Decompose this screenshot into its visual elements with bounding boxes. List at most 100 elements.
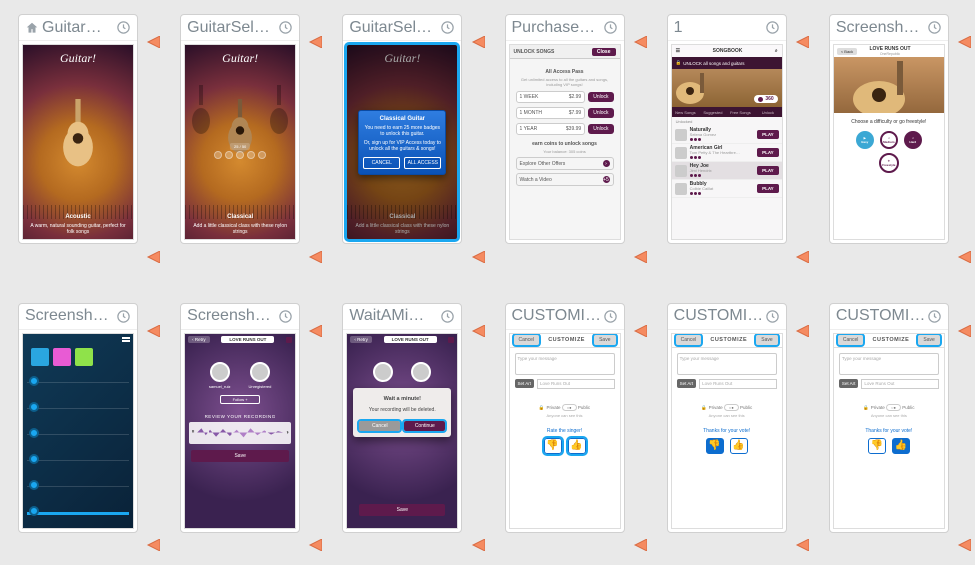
cancel-button[interactable]: Cancel bbox=[676, 335, 702, 345]
cancel-button[interactable]: Cancel bbox=[359, 421, 400, 431]
set-art-button[interactable]: Set Art bbox=[515, 379, 535, 388]
screen-thumb[interactable]: < Back LOVE RUNS OUTOneRepublic Choose a… bbox=[833, 44, 945, 240]
thumbs-down-button[interactable]: 👎 bbox=[868, 438, 886, 454]
play-button[interactable]: PLAY bbox=[757, 130, 779, 139]
tab-unlock[interactable]: Unlock bbox=[754, 107, 782, 117]
difficulty-freestyle-button[interactable]: ✦Freestyle bbox=[879, 153, 899, 173]
message-input[interactable]: Type your message bbox=[677, 353, 777, 375]
screen-thumb[interactable]: Cancel CUSTOMIZE Save Type your message … bbox=[671, 333, 783, 529]
screen-thumb[interactable]: UNLOCK SONGS Close All Access Pass Get u… bbox=[509, 44, 621, 240]
privacy-toggle[interactable]: 🔒Private ○● Public bbox=[510, 405, 620, 411]
screen-card-guitar-acoustic[interactable]: Guitar… Guitar! Acoustic A warm, natural… bbox=[18, 14, 138, 244]
play-pause-icon[interactable]: ⏸ bbox=[189, 429, 197, 436]
flow-anchor-out-icon[interactable] bbox=[795, 539, 809, 551]
flow-anchor-out-icon[interactable] bbox=[957, 251, 971, 263]
flow-anchor-in-icon[interactable] bbox=[795, 325, 809, 337]
flow-anchor-in-icon[interactable] bbox=[308, 325, 322, 337]
chord-pads[interactable] bbox=[31, 348, 93, 366]
back-button[interactable]: < Back bbox=[837, 48, 857, 55]
screen-card-songbook[interactable]: 1 ☰ SONGBOOK ⌕ 🔒UNLOCK all songs and gui… bbox=[667, 14, 787, 244]
flow-anchor-out-icon[interactable] bbox=[308, 539, 322, 551]
set-art-button[interactable]: Set Art bbox=[677, 379, 697, 388]
screen-thumb[interactable] bbox=[22, 333, 134, 529]
message-input[interactable]: Type your message bbox=[839, 353, 939, 375]
privacy-toggle[interactable]: 🔒Private ○● Public bbox=[672, 405, 782, 411]
tab-free[interactable]: Free Songs bbox=[727, 107, 755, 117]
save-button[interactable]: Save bbox=[756, 335, 777, 345]
flow-anchor-out-icon[interactable] bbox=[308, 251, 322, 263]
unlock-button[interactable]: Unlock bbox=[588, 92, 613, 102]
screen-card-review[interactable]: Screensh… ‹ Retry LOVE RUNS OUT samuel_r… bbox=[180, 303, 300, 533]
flow-anchor-in-icon[interactable] bbox=[471, 325, 485, 337]
screen-thumb[interactable]: ‹ Retry LOVE RUNS OUT Save Wait a minute… bbox=[346, 333, 458, 529]
set-art-button[interactable]: Set Art bbox=[839, 379, 859, 388]
follow-button[interactable]: Follow + bbox=[220, 395, 260, 404]
unlock-button[interactable]: Unlock bbox=[588, 108, 613, 118]
screen-thumb[interactable]: Guitar! Classical Add a little classical… bbox=[346, 44, 458, 240]
screen-thumb[interactable]: Guitar! Acoustic A warm, natural soundin… bbox=[22, 44, 134, 240]
trim-end-icon[interactable]: ◑ bbox=[283, 430, 291, 436]
screen-card-purchase[interactable]: Purchase… UNLOCK SONGS Close All Access … bbox=[505, 14, 625, 244]
tab-suggested[interactable]: Suggested bbox=[699, 107, 727, 117]
promo-banner[interactable]: 🔒UNLOCK all songs and guitars bbox=[672, 57, 782, 69]
song-row[interactable]: BubblyColbie CaillatPLAY bbox=[672, 180, 782, 198]
screen-card-customize-rate[interactable]: CUSTOMI… Cancel CUSTOMIZE Save Type your… bbox=[505, 303, 625, 533]
menu-icon[interactable] bbox=[122, 337, 130, 343]
flow-anchor-in-icon[interactable] bbox=[633, 36, 647, 48]
close-button[interactable]: Close bbox=[592, 48, 616, 56]
menu-icon[interactable]: ☰ bbox=[676, 48, 680, 54]
flow-anchor-out-icon[interactable] bbox=[471, 539, 485, 551]
screen-card-guitar-classical[interactable]: GuitarSel… Guitar! 25 / 50 Classical Add… bbox=[180, 14, 300, 244]
screen-card-wait-dialog[interactable]: WaitAMi… ‹ Retry LOVE RUNS OUT Save Wait… bbox=[342, 303, 462, 533]
flow-anchor-out-icon[interactable] bbox=[471, 251, 485, 263]
flow-anchor-in-icon[interactable] bbox=[308, 36, 322, 48]
flow-anchor-out-icon[interactable] bbox=[633, 539, 647, 551]
song-field[interactable]: Love Runs Out bbox=[537, 379, 614, 389]
screen-card-customize-thanks-up[interactable]: CUSTOMI… Cancel CUSTOMIZE Save Type your… bbox=[829, 303, 949, 533]
thumbs-up-button[interactable]: 👍 bbox=[568, 438, 586, 454]
play-button[interactable]: PLAY bbox=[757, 184, 779, 193]
save-button[interactable]: Save bbox=[594, 335, 615, 345]
coin-balance[interactable]: 360 bbox=[754, 95, 777, 103]
screen-card-customize-thanks-down[interactable]: CUSTOMI… Cancel CUSTOMIZE Save Type your… bbox=[667, 303, 787, 533]
tab-new[interactable]: New Songs bbox=[672, 107, 700, 117]
screen-thumb[interactable]: ☰ SONGBOOK ⌕ 🔒UNLOCK all songs and guita… bbox=[671, 44, 783, 240]
privacy-toggle[interactable]: 🔒Private ○● Public bbox=[834, 405, 944, 411]
flow-anchor-out-icon[interactable] bbox=[146, 251, 160, 263]
screen-thumb[interactable]: ‹ Retry LOVE RUNS OUT samuel_ruiz Unregi… bbox=[184, 333, 296, 529]
flow-anchor-in-icon[interactable] bbox=[146, 325, 160, 337]
continue-button[interactable]: Continue bbox=[404, 421, 445, 431]
difficulty-easy-button[interactable]: ▶Easy bbox=[856, 131, 874, 149]
screen-card-gameplay[interactable]: Screensh… bbox=[18, 303, 138, 533]
thumbs-up-button[interactable]: 👍 bbox=[892, 438, 910, 454]
song-field[interactable]: Love Runs Out bbox=[699, 379, 776, 389]
share-icon[interactable] bbox=[286, 337, 292, 343]
flow-anchor-out-icon[interactable] bbox=[957, 539, 971, 551]
retry-button[interactable]: ‹ Retry bbox=[188, 336, 210, 343]
song-row[interactable]: American GirlTom Petty & The Heartbre…PL… bbox=[672, 144, 782, 162]
watch-video-button[interactable]: Watch a Video+5 bbox=[516, 173, 614, 186]
flow-anchor-out-icon[interactable] bbox=[633, 251, 647, 263]
flow-anchor-in-icon[interactable] bbox=[471, 36, 485, 48]
play-button[interactable]: PLAY bbox=[757, 148, 779, 157]
cancel-button[interactable]: Cancel bbox=[514, 335, 540, 345]
flow-anchor-in-icon[interactable] bbox=[957, 36, 971, 48]
difficulty-hard-button[interactable]: ♫Hard bbox=[904, 131, 922, 149]
play-button[interactable]: PLAY bbox=[757, 166, 779, 175]
flow-anchor-out-icon[interactable] bbox=[795, 251, 809, 263]
screen-thumb[interactable]: Guitar! 25 / 50 Classical Add a little c… bbox=[184, 44, 296, 240]
screen-card-difficulty[interactable]: Screensh… < Back LOVE RUNS OUTOneRepubli… bbox=[829, 14, 949, 244]
waveform-player[interactable]: ⏸ ◑ bbox=[189, 422, 291, 444]
cancel-button[interactable]: Cancel bbox=[838, 335, 864, 345]
cancel-button[interactable]: CANCEL bbox=[363, 157, 400, 169]
flow-anchor-in-icon[interactable] bbox=[633, 325, 647, 337]
save-button[interactable]: Save bbox=[918, 335, 939, 345]
thumbs-down-button[interactable]: 👎 bbox=[706, 438, 724, 454]
user-avatar[interactable]: Unregistered bbox=[248, 362, 271, 389]
flow-anchor-in-icon[interactable] bbox=[795, 36, 809, 48]
retry-button[interactable]: ‹ Retry bbox=[350, 336, 372, 343]
flow-anchor-out-icon[interactable] bbox=[146, 539, 160, 551]
message-input[interactable]: Type your message bbox=[515, 353, 615, 375]
unlock-button[interactable]: Unlock bbox=[588, 124, 613, 134]
share-icon[interactable] bbox=[448, 337, 454, 343]
